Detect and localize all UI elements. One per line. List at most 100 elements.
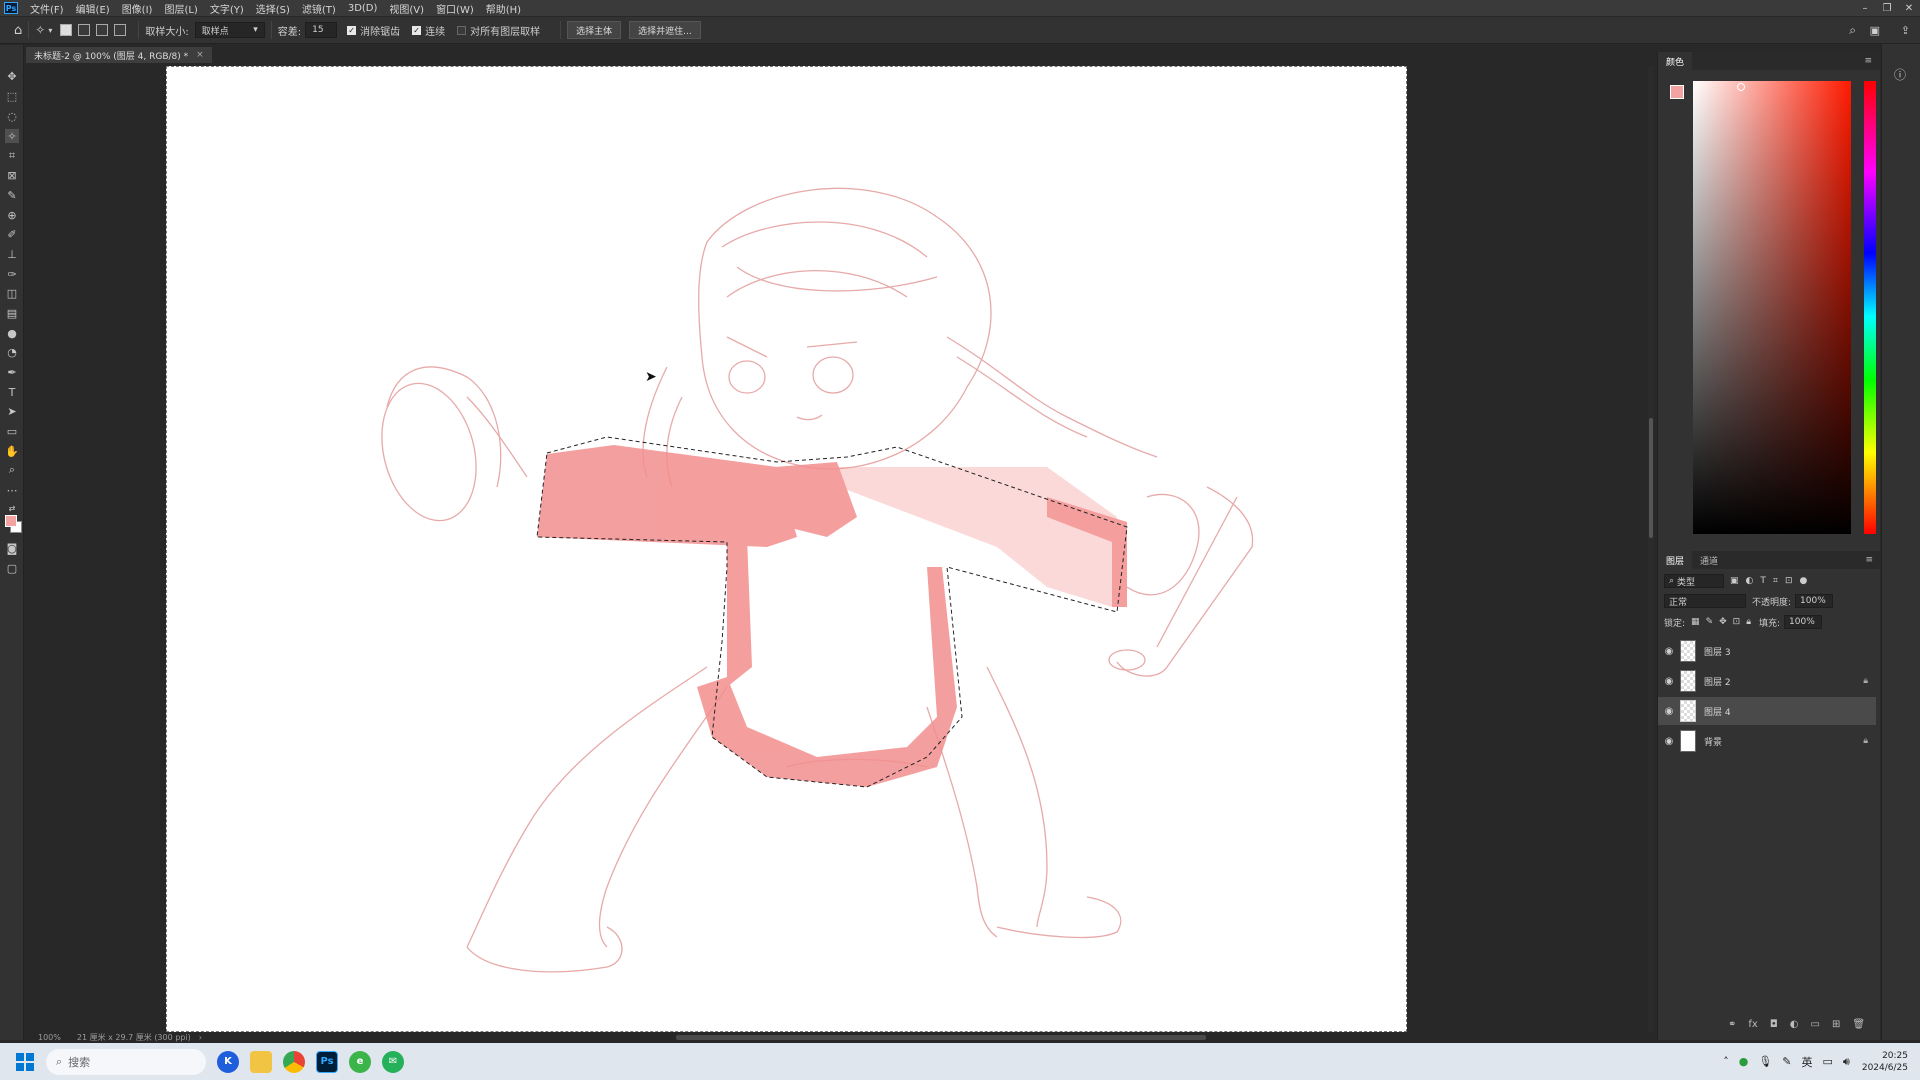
screen-mode-icon[interactable]: ▢ [5,561,19,575]
filter-adjustment-icon[interactable]: ◐ [1746,576,1754,586]
menu-file[interactable]: 文件(F) [24,1,70,16]
eyedropper-tool-icon[interactable]: ✎ [5,188,19,202]
tolerance-input[interactable]: 15 [305,22,338,38]
filter-pixel-icon[interactable]: ▣ [1730,576,1739,586]
new-selection-icon[interactable] [60,24,73,36]
panel-menu-icon[interactable]: ≡ [1857,555,1881,565]
menu-type[interactable]: 文字(Y) [204,1,250,16]
tab-color[interactable]: 颜色 [1658,52,1693,70]
document-tab[interactable]: 未标题-2 @ 100% (图层 4, RGB/8) * × [26,47,212,63]
pen-tool-icon[interactable]: ✒ [5,365,19,379]
blend-mode-dropdown[interactable]: 正常 [1664,594,1746,608]
zoom-level[interactable]: 100% [38,1033,61,1042]
app-tray-icon[interactable]: ● [1739,1055,1749,1068]
move-tool-icon[interactable]: ✥ [5,69,19,83]
menu-image[interactable]: 图像(I) [116,1,159,16]
link-layers-icon[interactable]: ⚭ [1728,1019,1736,1030]
clock[interactable]: 20:25 2024/6/25 [1862,1050,1908,1074]
restore-icon[interactable]: ❐ [1876,0,1898,16]
photoshop-logo-icon[interactable]: Ps [4,2,18,14]
home-icon[interactable]: ⌂ [14,23,22,38]
type-tool-icon[interactable]: T [5,385,19,399]
filter-smart-object-icon[interactable]: ⊡ [1785,576,1793,586]
stamp-tool-icon[interactable]: ⊥ [5,247,19,261]
delete-layer-icon[interactable]: 🗑︎ [1852,1019,1865,1030]
eye-icon[interactable]: ◉ [1658,676,1680,687]
menu-help[interactable]: 帮助(H) [480,1,527,16]
search-icon[interactable]: ⌕ [1849,23,1856,38]
lock-paint-icon[interactable]: ✎ [1706,617,1714,627]
add-mask-icon[interactable]: ◘ [1770,1019,1778,1030]
healing-brush-tool-icon[interactable]: ⊕ [5,208,19,222]
menu-3d[interactable]: 3D(D) [342,3,384,14]
foreground-color-swatch[interactable] [5,515,17,527]
menu-edit[interactable]: 编辑(E) [70,1,116,16]
layer-row-selected[interactable]: ◉ 图层 4 [1658,697,1876,725]
close-icon[interactable]: ✕ [1898,0,1920,16]
tab-layers[interactable]: 图层 [1658,551,1693,569]
contiguous-checkbox[interactable]: ✓ [412,25,422,35]
workspace-icon[interactable]: ▣ [1870,24,1880,37]
wechat-icon[interactable]: ✉ [382,1050,404,1073]
chrome-icon[interactable] [283,1050,305,1073]
pen-icon[interactable]: ✎ [1782,1055,1791,1068]
menu-layer[interactable]: 图层(L) [158,1,203,16]
magic-wand-tool-icon[interactable]: ✧ [5,129,19,143]
new-group-icon[interactable]: ▭ [1811,1019,1820,1030]
layer-name[interactable]: 图层 4 [1704,705,1876,718]
color-picker-field[interactable] [1693,81,1851,534]
sample-size-dropdown[interactable]: 取样点 ▾ [194,22,265,38]
document-canvas[interactable]: ➤ [166,66,1407,1032]
blur-tool-icon[interactable]: ● [5,326,19,340]
horizontal-scrollbar[interactable] [676,1035,1206,1040]
select-subject-button[interactable]: 选择主体 [567,21,622,39]
photoshop-taskbar-icon[interactable]: Ps [316,1050,338,1073]
layer-name[interactable]: 背景 [1704,735,1876,748]
hand-tool-icon[interactable]: ✋ [5,444,19,458]
color-swatches[interactable] [1670,85,1692,107]
minimize-icon[interactable]: – [1854,0,1876,16]
lock-artboard-icon[interactable]: ⊡ [1733,617,1741,627]
brush-tool-icon[interactable]: ✐ [5,227,19,241]
color-picker-marker[interactable] [1737,83,1745,91]
panel-menu-icon[interactable]: ≡ [1856,56,1880,66]
lock-transparent-icon[interactable]: ▦ [1691,617,1700,627]
chevron-right-icon[interactable]: › [199,1033,202,1042]
eye-icon[interactable]: ◉ [1658,706,1680,717]
foreground-color-swatch[interactable] [1670,85,1684,99]
lock-position-icon[interactable]: ✥ [1719,617,1727,627]
hue-slider[interactable] [1864,81,1876,534]
magic-wand-tool-icon[interactable]: ✧ [35,23,45,37]
filter-toggle-icon[interactable]: ● [1800,576,1808,586]
layer-row[interactable]: ◉ 背景 🔒︎ [1658,727,1876,755]
microphone-icon[interactable]: 🎙︎ [1758,1055,1772,1068]
filter-shape-icon[interactable]: ⌗ [1773,576,1778,586]
lock-all-icon[interactable]: 🔒︎ [1746,617,1751,627]
subtract-selection-icon[interactable] [96,24,109,36]
eye-icon[interactable]: ◉ [1658,646,1680,657]
layer-row[interactable]: ◉ 图层 3 [1658,637,1876,665]
fill-input[interactable]: 100% [1784,615,1823,629]
opacity-input[interactable]: 100% [1795,594,1834,608]
marquee-tool-icon[interactable]: ⬚ [5,89,19,103]
quick-mask-icon[interactable]: ◙ [5,541,19,555]
dodge-tool-icon[interactable]: ◔ [5,345,19,359]
more-tools-icon[interactable]: ⋯ [5,483,19,497]
ime-indicator[interactable]: 英 [1802,1054,1813,1070]
layer-filter-dropdown[interactable]: ⌕ 类型 [1664,574,1724,588]
menu-select[interactable]: 选择(S) [250,1,296,16]
add-to-selection-icon[interactable] [78,24,91,36]
adjustment-layer-icon[interactable]: ◐ [1790,1019,1799,1030]
lasso-tool-icon[interactable]: ◌ [5,109,19,123]
menu-window[interactable]: 窗口(W) [430,1,480,16]
menu-filter[interactable]: 滤镜(T) [296,1,342,16]
filter-type-icon[interactable]: T [1760,576,1766,586]
frame-tool-icon[interactable]: ⊠ [5,168,19,182]
crop-tool-icon[interactable]: ⌗ [5,149,19,163]
gradient-tool-icon[interactable]: ▤ [5,306,19,320]
select-and-mask-button[interactable]: 选择并遮住... [629,21,701,39]
info-icon[interactable]: ⓘ [1894,66,1906,83]
new-layer-icon[interactable]: ⊞ [1832,1019,1840,1030]
share-icon[interactable]: ⇪ [1901,24,1910,37]
layer-name[interactable]: 图层 3 [1704,645,1876,658]
